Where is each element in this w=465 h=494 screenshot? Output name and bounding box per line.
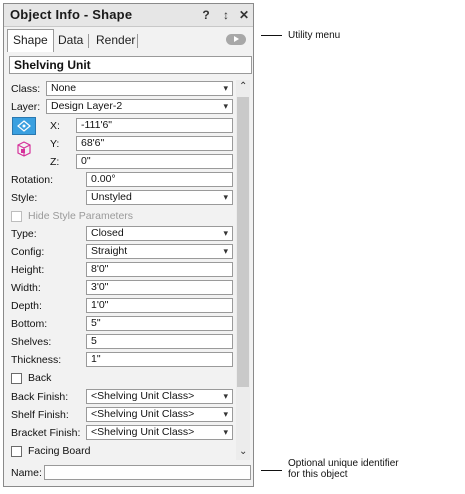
bottom-label: Bottom: [11,318,48,330]
thickness-field[interactable]: 1" [86,352,233,367]
style-label: Style: [11,192,38,204]
name-label: Name: [11,467,42,479]
pin-icon[interactable]: ↕ [220,8,232,22]
depth-field[interactable]: 1'0" [86,298,233,313]
shelf-finish-dropdown[interactable]: <Shelving Unit Class> [86,407,233,422]
scrollbar-thumb[interactable] [237,97,249,387]
thickness-label: Thickness: [11,354,62,366]
facing-board-label: Facing Board [28,445,91,457]
config-dropdown[interactable]: Straight [86,244,233,259]
y-field[interactable]: 68'6" [76,136,233,151]
shelf-finish-label: Shelf Finish: [11,409,69,421]
utility-menu-button[interactable] [226,34,246,45]
scroll-down-icon[interactable]: ⌄ [239,446,247,457]
class-dropdown[interactable]: None [46,81,233,96]
utility-menu-callout-line [261,35,282,36]
width-field[interactable]: 3'0" [86,280,233,295]
tab-shape[interactable]: Shape [7,29,54,52]
hide-style-checkbox[interactable] [11,211,22,222]
tab-render[interactable]: Render [91,30,140,50]
shelves-label: Shelves: [11,336,52,348]
palette-title: Object Info - Shape [10,7,133,22]
z-label: Z: [50,156,60,168]
name-callout-line [261,470,282,471]
tab-separator [137,34,138,48]
height-label: Height: [11,264,45,276]
x-field[interactable]: -111'6" [76,118,233,133]
layer-dropdown[interactable]: Design Layer-2 [46,99,233,114]
close-icon[interactable]: ✕ [238,8,250,22]
object-type-header: Shelving Unit [9,56,252,74]
tab-data[interactable]: Data [53,30,88,50]
name-callout-line2: for this object [288,469,348,480]
class-label: Class: [11,83,41,95]
back-finish-dropdown[interactable]: <Shelving Unit Class> [86,389,233,404]
name-field[interactable] [44,465,251,480]
back-finish-label: Back Finish: [11,391,69,403]
help-icon[interactable]: ? [200,8,212,22]
x-label: X: [50,120,60,132]
type-dropdown[interactable]: Closed [86,226,233,241]
hide-style-label: Hide Style Parameters [28,210,134,222]
layer-label: Layer: [11,101,41,113]
z-field[interactable]: 0" [76,154,233,169]
object-info-palette: Object Info - Shape ? ↕ ✕ Shape Data Ren… [3,3,254,487]
palette-titlebar[interactable]: Object Info - Shape ? ↕ ✕ [4,4,253,27]
style-dropdown[interactable]: Unstyled [86,190,233,205]
utility-menu-callout: Utility menu [288,30,341,41]
tab-separator [88,34,89,48]
rotation-field[interactable]: 0.00° [86,172,233,187]
depth-label: Depth: [11,300,42,312]
y-label: Y: [50,138,60,150]
height-field[interactable]: 8'0" [86,262,233,277]
shelves-field[interactable]: 5 [86,334,233,349]
rotation-label: Rotation: [11,174,54,186]
scroll-up-icon[interactable]: ⌃ [239,81,247,92]
facing-board-checkbox[interactable] [11,446,22,457]
3d-view-icon[interactable] [14,140,34,158]
width-label: Width: [11,282,41,294]
tab-bar: Shape Data Render [4,28,253,52]
back-checkbox[interactable] [11,373,22,384]
plan-view-icon[interactable] [12,117,36,135]
back-label: Back [28,372,52,384]
bottom-field[interactable]: 5" [86,316,233,331]
config-label: Config: [11,246,45,258]
type-label: Type: [11,228,37,240]
bracket-finish-label: Bracket Finish: [11,427,81,439]
bracket-finish-dropdown[interactable]: <Shelving Unit Class> [86,425,233,440]
name-callout-line1: Optional unique identifier [288,458,399,469]
